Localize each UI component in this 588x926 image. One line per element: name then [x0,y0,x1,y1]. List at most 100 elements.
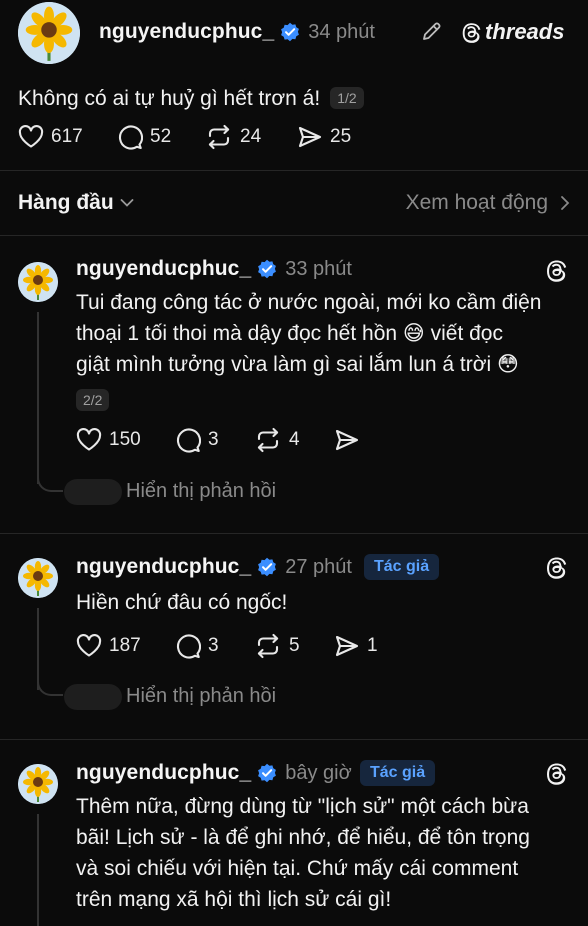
comment-count: 52 [150,126,172,147]
reply-avatars-placeholder [64,479,122,505]
reply-text-line: Hiền chứ đâu có ngốc! [76,591,288,614]
heart-icon [18,125,44,149]
verified-icon [257,259,277,279]
comment-icon [175,427,201,453]
avatar[interactable] [18,2,80,64]
author-badge: Tác giả [364,554,440,580]
threads-logo-icon [459,20,483,44]
show-replies-link[interactable]: Hiển thị phản hồi [126,685,276,708]
reply-text-line: thoại 1 tối thoi mà dậy đọc hết hồn 😅 vi… [76,322,503,345]
username[interactable]: nguyenducphuc_ [99,20,274,44]
like-button[interactable]: 187 [76,634,141,658]
thread-line [37,312,39,484]
threads-logo-icon[interactable] [543,257,569,283]
verified-icon [257,557,277,577]
username[interactable]: nguyenducphuc_ [76,761,251,785]
comment-button[interactable]: 52 [117,124,171,150]
sunflower-avatar-icon [18,558,58,598]
reply-text: Hiền chứ đâu có ngốc! [76,587,287,618]
like-button[interactable]: 150 [76,428,141,452]
threads-brand: threads [459,18,564,46]
threads-logo-icon[interactable] [543,760,569,786]
reply-text-line: bãi! Lịch sử - là để ghi nhớ, để hiểu, đ… [76,826,530,849]
like-count: 617 [51,126,83,147]
reply-text: Tui đang công tác ở nước ngoài, mới ko c… [76,287,542,380]
comment-icon [175,633,201,659]
thread-curve [37,468,63,492]
repost-count: 5 [289,635,300,656]
pager-badge: 1/2 [330,87,364,109]
avatar[interactable] [18,764,58,804]
divider [0,235,588,236]
avatar[interactable] [18,558,58,598]
share-count: 25 [330,126,352,147]
sunflower-avatar-icon [18,2,80,64]
share-count: 1 [367,635,378,656]
comment-icon [117,124,143,150]
comment-count: 3 [208,635,219,656]
verified-icon [257,763,277,783]
verified-icon [280,22,300,42]
repost-button[interactable]: 4 [254,427,300,453]
reply-text: Thêm nữa, đừng dùng từ "lịch sử" một các… [76,791,530,915]
reply-time: 33 phút [285,257,352,280]
reply-avatars-placeholder [64,684,122,710]
post-text: Không có ai tự huỷ gì hết trơn á! [18,86,321,110]
threads-logo-icon[interactable] [543,554,569,580]
reply-text-line: giật mình tưởng vừa làm gì sai lắm lun á… [76,353,519,376]
reply-text-line: Thêm nữa, đừng dùng từ "lịch sử" một các… [76,795,529,818]
sunflower-avatar-icon [18,764,58,804]
like-count: 150 [109,429,141,450]
reply-header: nguyenducphuc_ bây giờ [76,758,352,788]
chevron-down-icon [120,199,134,207]
repost-button[interactable]: 24 [205,124,261,150]
reply-text-line: Tui đang công tác ở nước ngoài, mới ko c… [76,291,542,314]
sunflower-avatar-icon [18,262,58,302]
reply-header: nguyenducphuc_ 27 phút [76,552,352,582]
comment-count: 3 [208,429,219,450]
post-header: nguyenducphuc_ 34 phút [99,17,375,47]
divider [0,739,588,740]
post-text-row: Không có ai tự huỷ gì hết trơn á! 1/2 [18,83,364,113]
view-activity-link[interactable]: Xem hoạt động [406,189,570,217]
share-button[interactable]: 1 [334,634,378,658]
sort-label: Hàng đầu [18,191,114,214]
like-button[interactable]: 617 [18,125,83,149]
share-button[interactable] [334,428,360,452]
repost-count: 24 [240,126,262,147]
edit-pencil-icon[interactable] [420,19,444,43]
comment-button[interactable]: 3 [175,633,219,659]
thread-curve [37,672,63,696]
post-time: 34 phút [308,20,375,43]
comment-button[interactable]: 3 [175,427,219,453]
username[interactable]: nguyenducphuc_ [76,555,251,579]
reply-time: bây giờ [285,761,352,784]
like-count: 187 [109,635,141,656]
share-button[interactable]: 25 [297,125,351,149]
share-icon [334,634,360,658]
repost-count: 4 [289,429,300,450]
view-activity-label: Xem hoạt động [405,191,548,214]
reply-text-line: trên mạng xã hội thì lịch sử cái gì! [76,888,392,911]
avatar[interactable] [18,262,58,302]
reply-text-line: và soi chiếu với hiện tại. Chứ mấy cái c… [76,857,519,880]
share-icon [297,125,323,149]
reply-header: nguyenducphuc_ 33 phút [76,254,352,284]
brand-name: threads [485,19,565,44]
repost-icon [254,427,282,453]
username[interactable]: nguyenducphuc_ [76,257,251,281]
heart-icon [76,634,102,658]
chevron-right-icon [561,196,570,210]
author-badge: Tác giả [360,760,436,786]
show-replies-link[interactable]: Hiển thị phản hồi [126,480,276,503]
divider [0,533,588,534]
repost-button[interactable]: 5 [254,633,300,659]
heart-icon [76,428,102,452]
pager-badge: 2/2 [76,389,110,411]
sort-dropdown[interactable]: Hàng đầu [18,189,134,217]
thread-line [37,814,39,926]
repost-icon [254,633,282,659]
repost-icon [205,124,233,150]
divider [0,170,588,171]
reply-time: 27 phút [285,555,352,578]
